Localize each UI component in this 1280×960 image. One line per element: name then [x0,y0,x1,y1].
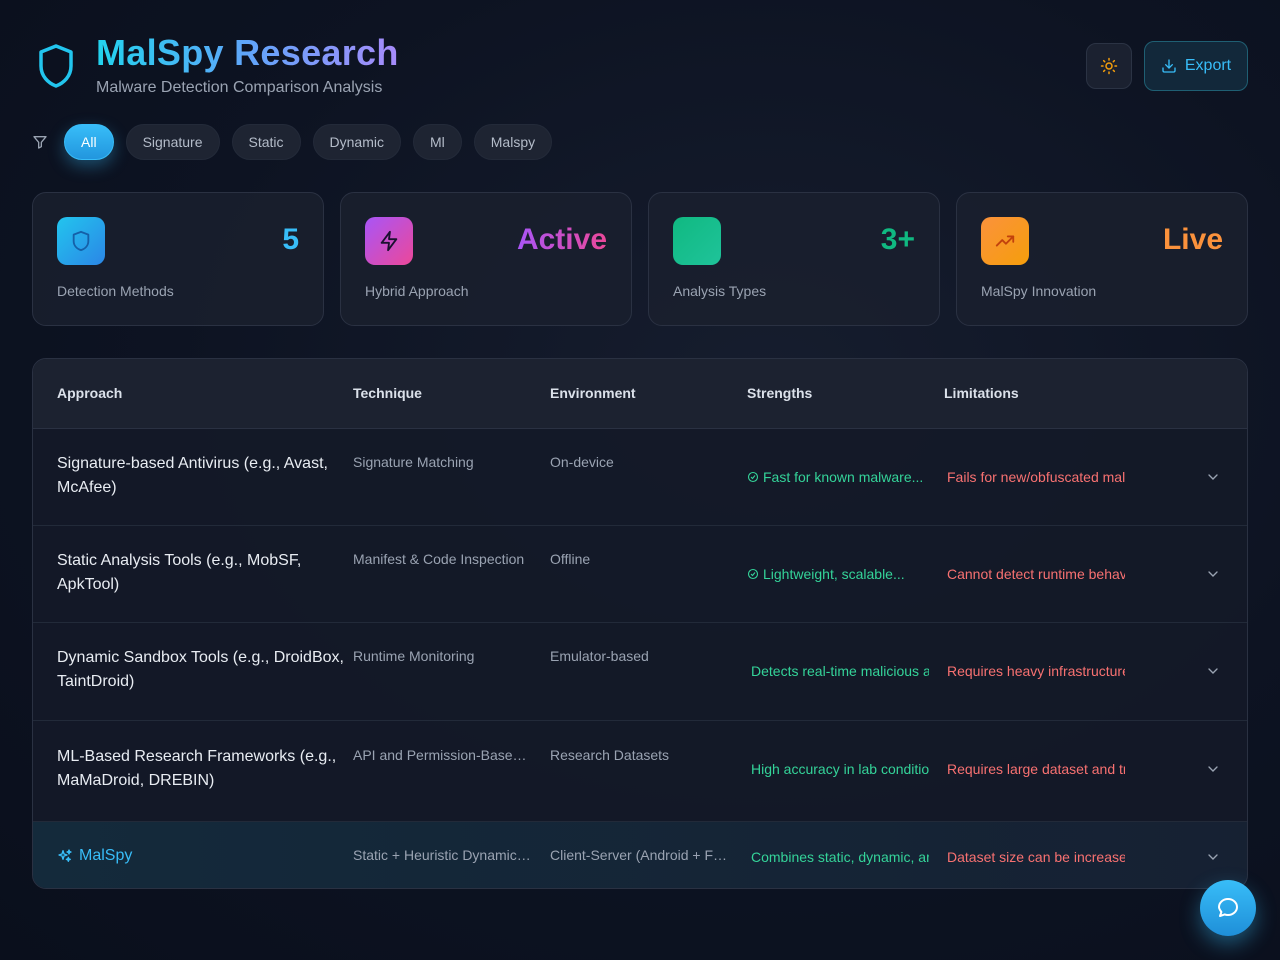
stats-row: 5 Detection Methods Active Hybrid Approa… [32,192,1248,326]
cell-approach: Dynamic Sandbox Tools (e.g., DroidBox, T… [57,649,344,690]
stat-label: Detection Methods [57,283,174,299]
table-row[interactable]: Static Analysis Tools (e.g., MobSF, ApkT… [33,526,1247,623]
chevron-down-icon[interactable] [1205,566,1221,582]
cell-technique: Signature Matching [353,454,474,470]
filter-chip-malspy[interactable]: Malspy [473,124,553,160]
column-header-environment[interactable]: Environment [550,385,636,401]
filter-icon [33,136,47,149]
cell-technique: Manifest & Code Inspection [353,551,525,567]
cell-limitations: Requires large dataset and training [947,761,1125,777]
chevron-down-icon[interactable] [1205,849,1221,865]
cell-limitations: Fails for new/obfuscated malware [947,469,1125,485]
shield-icon [72,230,90,252]
comparison-table: Approach Technique Environment Strengths… [32,358,1248,889]
chevron-down-icon[interactable] [1205,663,1221,679]
stat-card-analysis-types: 3+ Analysis Types [648,192,940,326]
chevron-down-icon[interactable] [1205,761,1221,777]
app-subtitle: Malware Detection Comparison Analysis [96,79,383,96]
column-header-approach[interactable]: Approach [57,385,122,401]
column-header-limitations[interactable]: Limitations [944,385,1019,401]
chat-bubble-icon [1218,898,1238,917]
download-icon [1162,59,1176,73]
table-header: Approach Technique Environment Strengths… [33,359,1247,429]
cell-strengths: Detects real-time malicious activity [751,663,929,679]
cell-technique: API and Permission-Based ML [353,747,529,763]
strengths-text: Fast for known malware... [763,469,924,485]
strengths-text: Detects real-time malicious activity [751,663,929,679]
check-circle-icon [747,471,759,483]
filter-bar: All Signature Static Dynamic Ml Malspy [32,124,553,160]
cell-strengths: Lightweight, scalable... [747,566,927,582]
stat-card-malspy-innovation: Live MalSpy Innovation [956,192,1248,326]
cell-approach: MalSpy [57,844,347,868]
stat-icon-box [981,217,1029,265]
column-header-strengths[interactable]: Strengths [747,385,812,401]
cell-strengths: Combines static, dynamic, and ML [751,849,929,865]
table-row[interactable]: ML-Based Research Frameworks (e.g., MaMa… [33,721,1247,822]
strengths-text: Lightweight, scalable... [763,566,905,582]
cell-environment: Research Datasets [550,747,670,763]
cell-limitations: Requires heavy infrastructure [947,663,1125,679]
approach-text: MalSpy [79,847,133,864]
stat-card-detection-methods: 5 Detection Methods [32,192,324,326]
check-circle-icon [747,568,759,580]
stat-label: Analysis Types [673,283,767,299]
stat-label: MalSpy Innovation [981,283,1097,299]
column-header-technique[interactable]: Technique [353,385,422,401]
filter-chip-ml[interactable]: Ml [412,124,462,160]
stat-value: 3+ [880,223,915,256]
sun-icon [1100,57,1118,75]
export-button[interactable]: Export [1144,41,1248,91]
filter-chip-static[interactable]: Static [231,124,301,160]
chat-button[interactable] [1200,880,1256,936]
stat-value: Active [516,223,607,256]
theme-toggle-button[interactable] [1086,43,1132,89]
table-row[interactable]: Signature-based Antivirus (e.g., Avast, … [33,429,1247,526]
lightning-icon [380,230,398,252]
cell-environment: Offline [550,551,591,567]
filter-chip-signature[interactable]: Signature [125,124,220,160]
cell-strengths: Fast for known malware... [747,469,927,485]
shield-logo-icon [39,44,73,88]
chevron-down-icon[interactable] [1205,469,1221,485]
cell-environment: Client-Server (Android + Flask) [550,847,730,863]
export-label: Export [1184,57,1232,74]
trending-up-icon [995,235,1015,247]
cell-environment: On-device [550,454,614,470]
cell-approach: Static Analysis Tools (e.g., MobSF, ApkT… [57,552,302,593]
stat-value: Live [1162,223,1223,256]
stat-icon-box [57,217,105,265]
cell-approach: ML-Based Research Frameworks (e.g., MaMa… [57,748,337,789]
stat-card-hybrid-approach: Active Hybrid Approach [340,192,632,326]
cell-approach: Signature-based Antivirus (e.g., Avast, … [57,455,328,496]
strengths-text: High accuracy in lab conditions [751,761,929,777]
app-title: MalSpy Research [96,32,399,73]
cell-technique: Static + Heuristic Dynamic Analysis [353,847,533,863]
cell-environment: Emulator-based [550,648,649,664]
cell-limitations: Dataset size can be increased [947,849,1125,865]
sparkles-icon [58,849,72,862]
strengths-text: Combines static, dynamic, and ML [751,849,929,865]
cell-strengths: High accuracy in lab conditions [751,761,929,777]
cell-technique: Runtime Monitoring [353,648,475,664]
filter-chip-all[interactable]: All [64,124,114,160]
table-row[interactable]: Dynamic Sandbox Tools (e.g., DroidBox, T… [33,623,1247,721]
header: MalSpy Research Malware Detection Compar… [32,32,1248,102]
cell-limitations: Cannot detect runtime behavior [947,566,1125,582]
filter-chip-dynamic[interactable]: Dynamic [312,124,401,160]
stat-value: 5 [282,223,299,256]
table-row-malspy[interactable]: MalSpy Static + Heuristic Dynamic Analys… [33,822,1247,888]
stat-icon-box [673,217,721,265]
stat-icon-box [365,217,413,265]
stat-label: Hybrid Approach [365,283,469,299]
